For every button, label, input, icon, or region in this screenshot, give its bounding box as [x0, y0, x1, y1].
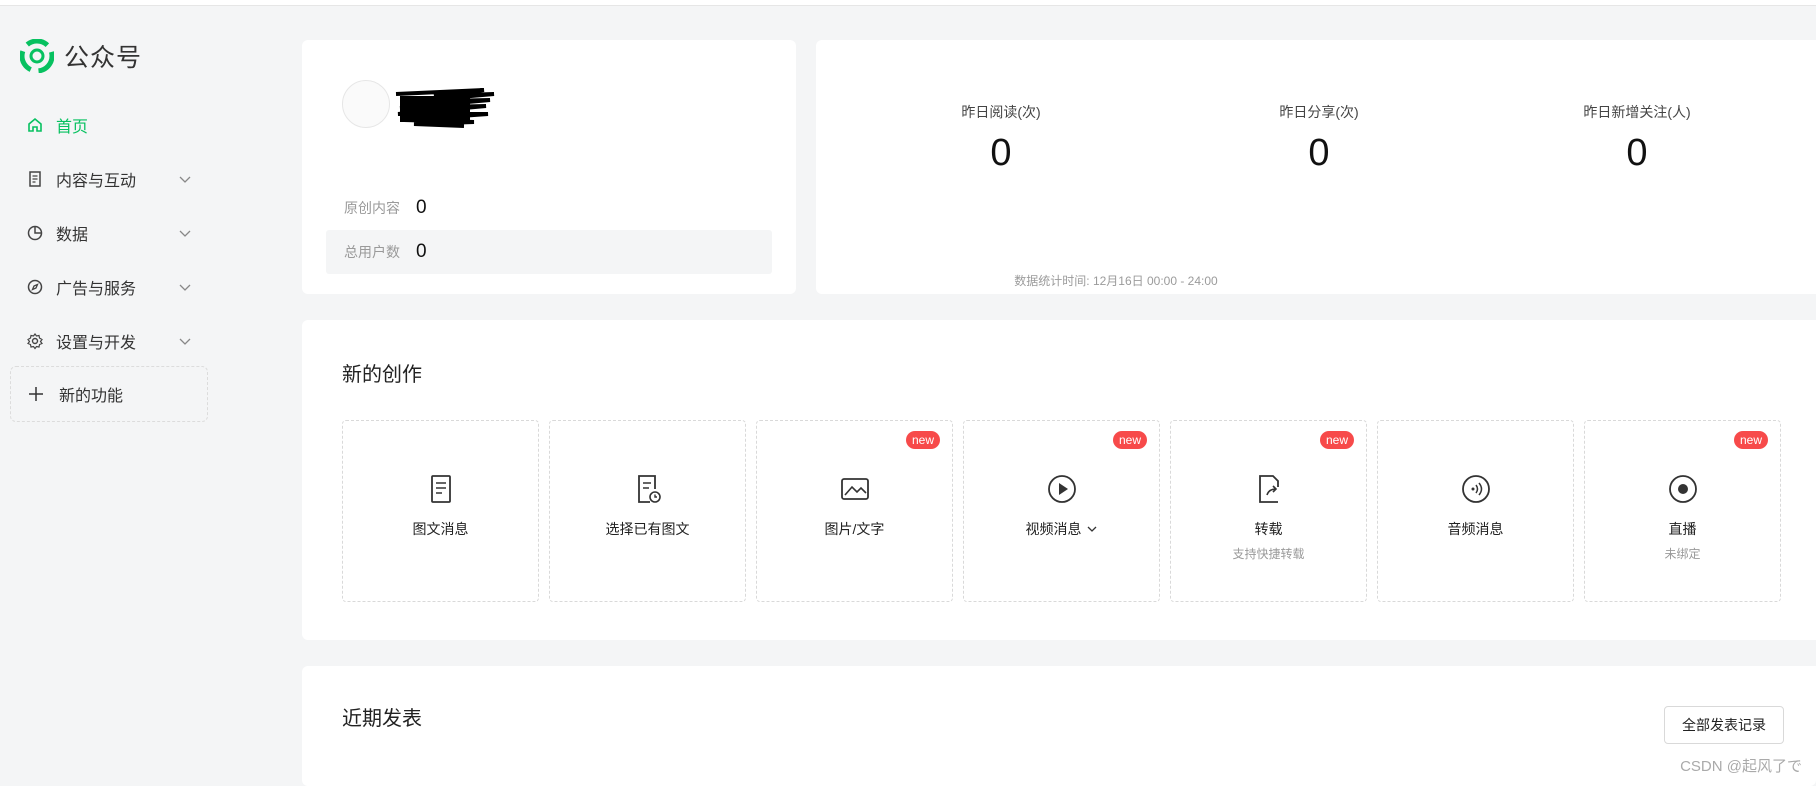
new-badge: new: [1319, 431, 1354, 449]
new-feature-button[interactable]: 新的功能: [10, 366, 208, 422]
tile-label-text: 视频消息: [1025, 521, 1082, 537]
chevron-down-icon[interactable]: [1086, 523, 1098, 535]
metrics-time-note: 数据统计时间: 12月16日 00:00 - 24:00: [1014, 274, 1218, 288]
tile-label: 转载: [1254, 521, 1283, 537]
new-badge: new: [1112, 431, 1147, 449]
account-card: 原创内容 0 总用户数 0: [302, 40, 796, 294]
metric-label: 昨日阅读(次): [961, 104, 1041, 120]
create-grid: 图文消息 选择已有图文 new 图片/文字 new 视频消息 new 转载 支持…: [342, 420, 1781, 602]
sidebar-item-ads[interactable]: 广告与服务: [0, 260, 240, 314]
sidebar-item-settings[interactable]: 设置与开发: [0, 314, 240, 368]
new-badge: new: [905, 431, 940, 449]
metric-label: 昨日分享(次): [1279, 104, 1359, 120]
tile-article[interactable]: 图文消息: [342, 420, 539, 602]
home-icon: [28, 117, 42, 132]
stat-original-content: 原创内容 0: [326, 186, 772, 230]
tile-label: 视频消息: [1026, 519, 1098, 539]
tile-repost[interactable]: new 转载 支持快捷转载: [1170, 420, 1367, 602]
tile-label: 图文消息: [412, 521, 469, 537]
stat-label: 原创内容: [344, 200, 400, 216]
metric-label: 昨日新增关注(人): [1583, 104, 1691, 120]
sidebar-nav: 首页 内容与互动 数据 广告与服务 设置与开发: [0, 98, 240, 368]
wechat-logo-icon: [20, 39, 54, 73]
sidebar-item-label: 内容与互动: [56, 173, 137, 190]
stat-total-users: 总用户数 0: [326, 230, 772, 274]
image-icon: [840, 478, 869, 500]
chevron-down-icon: [179, 284, 191, 291]
pie-chart-icon: [27, 225, 43, 241]
chevron-down-icon: [179, 230, 191, 237]
all-posts-button[interactable]: 全部发表记录: [1664, 706, 1784, 744]
tile-subtitle: 支持快捷转载: [1232, 547, 1305, 561]
plus-icon: [29, 387, 43, 401]
article-clock-icon: [637, 475, 661, 503]
tile-label: 图片/文字: [824, 521, 885, 537]
compass-icon: [27, 279, 43, 295]
watermark: CSDN @起风了で: [1680, 758, 1802, 775]
share-doc-icon: [1258, 475, 1279, 503]
new-feature-label: 新的功能: [59, 388, 124, 405]
gear-icon: [27, 333, 43, 350]
metric-value: 0: [1308, 132, 1330, 174]
chevron-down-icon: [179, 176, 191, 183]
brand-name: 公众号: [64, 44, 143, 72]
metrics-card: 昨日阅读(次) 0 昨日分享(次) 0 昨日新增关注(人) 0 数据统计时间: …: [816, 40, 1816, 294]
live-icon: [1668, 475, 1697, 503]
section-title: 近期发表: [342, 708, 422, 730]
tile-subtitle: 未绑定: [1664, 547, 1701, 561]
sidebar-item-data[interactable]: 数据: [0, 206, 240, 260]
brand[interactable]: 公众号: [20, 38, 142, 74]
tile-audio[interactable]: 音频消息: [1377, 420, 1574, 602]
stat-value: 0: [416, 197, 427, 218]
stat-label: 总用户数: [344, 244, 400, 260]
document-icon: [29, 171, 41, 187]
new-badge: new: [1733, 431, 1768, 449]
tile-video[interactable]: new 视频消息: [963, 420, 1160, 602]
sidebar-item-label: 广告与服务: [56, 281, 137, 298]
sidebar-item-label: 设置与开发: [56, 335, 137, 352]
create-card: 新的创作 图文消息 选择已有图文 new 图片/文字 new 视频消息 new …: [302, 320, 1816, 640]
section-title: 新的创作: [342, 364, 422, 386]
audio-icon: [1461, 475, 1490, 503]
metric-reads: 昨日阅读(次) 0: [901, 102, 1101, 175]
tile-image-text[interactable]: new 图片/文字: [756, 420, 953, 602]
account-name-redacted: [395, 88, 495, 128]
avatar[interactable]: [342, 80, 390, 128]
metric-value: 0: [1626, 132, 1648, 174]
metric-value: 0: [990, 132, 1012, 174]
tile-existing-article[interactable]: 选择已有图文: [549, 420, 746, 602]
stat-value: 0: [416, 241, 427, 262]
sidebar-item-label: 首页: [56, 119, 89, 136]
sidebar: 公众号 首页 内容与互动 数据 广告与服务 设置与开发 新的功能: [0, 6, 240, 786]
recent-card: 近期发表 全部发表记录: [302, 666, 1816, 786]
tile-label: 音频消息: [1447, 521, 1504, 537]
sidebar-item-home[interactable]: 首页: [0, 98, 240, 152]
top-border: [0, 0, 1816, 6]
article-icon: [430, 475, 451, 503]
tile-live[interactable]: new 直播 未绑定: [1584, 420, 1781, 602]
play-icon: [1047, 475, 1076, 503]
tile-label: 选择已有图文: [605, 521, 690, 537]
metric-shares: 昨日分享(次) 0: [1219, 102, 1419, 175]
sidebar-item-label: 数据: [56, 227, 89, 244]
tile-label: 直播: [1668, 521, 1697, 537]
metric-new-followers: 昨日新增关注(人) 0: [1537, 102, 1737, 175]
sidebar-item-content[interactable]: 内容与互动: [0, 152, 240, 206]
chevron-down-icon: [179, 338, 191, 345]
